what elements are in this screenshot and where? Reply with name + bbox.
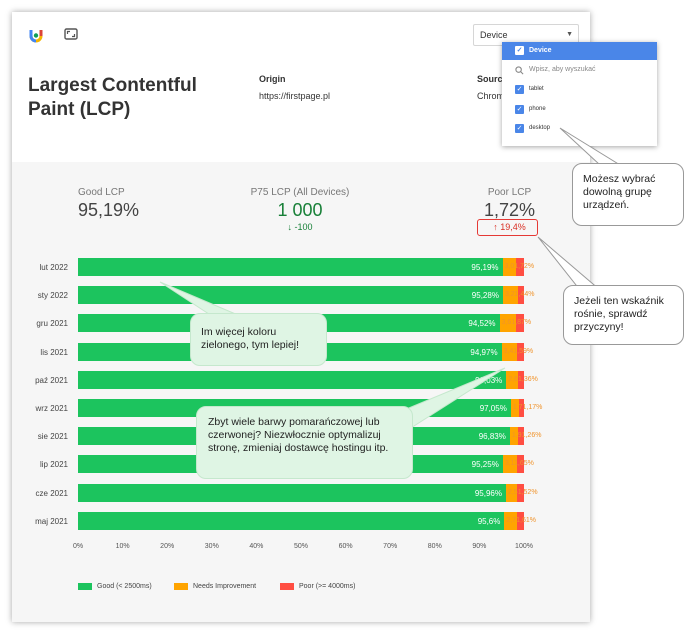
device-tip-callout: Możesz wybrać dowolną grupę urządzeń. <box>572 163 684 226</box>
dropdown-search-input[interactable]: Wpisz, aby wyszukać <box>529 66 596 73</box>
origin-label: Origin <box>259 74 286 84</box>
device-dropdown: ✓ Device Wpisz, aby wyszukać ✓ tablet ✓ … <box>502 42 657 146</box>
orange-tip-callout: Zbyt wiele barwy pomarańczowej lub czerw… <box>196 406 413 479</box>
row-label-7: lip 2021 <box>39 460 68 470</box>
legend-good-swatch <box>78 583 92 590</box>
legend-needs-improvement: Needs Improvement <box>174 583 256 590</box>
poor-tip-callout: Jeżeli ten wskaźnik rośnie, sprawdź przy… <box>563 285 684 345</box>
poor-lcp-label: Poor LCP <box>487 187 532 198</box>
legend-good: Good (< 2500ms) <box>78 583 152 590</box>
bar-label-good-0: 95,19% <box>471 263 499 272</box>
row-label-0: lut 2022 <box>39 263 68 272</box>
x-tick-label-1: 10% <box>115 543 130 550</box>
p75-lcp-change: ↓ -100 <box>287 222 313 232</box>
bar-label-other-2: 3,61,87% <box>501 319 532 327</box>
bar-label-other-0: 3,01,72% <box>504 263 535 270</box>
good-lcp-value: 95,19% <box>78 200 140 220</box>
bar-label-good-2: 94,52% <box>468 319 496 329</box>
bar-label-other-8: 2,51,52% <box>507 488 538 496</box>
x-tick-label-4: 40% <box>249 543 264 550</box>
legend-needs-improvement-label: Needs Improvement <box>193 583 257 590</box>
bar-label-other-1: 3,21,44% <box>504 291 535 299</box>
bar-label-good-1: 95,28% <box>471 291 499 301</box>
legend-poor-swatch <box>280 583 294 590</box>
x-tick-label-8: 80% <box>427 543 442 550</box>
row-label-3: lis 2021 <box>40 347 68 357</box>
select-all-checkbox[interactable]: ✓ <box>515 46 524 55</box>
x-tick-label-5: 50% <box>293 543 308 550</box>
bar-label-other-3: 3,41,59% <box>503 347 534 355</box>
x-tick-label-2: 20% <box>160 543 175 550</box>
dropdown-header-label: Device <box>529 47 552 54</box>
bar-label-good-9: 95,6% <box>477 516 501 526</box>
bar-label-good-7: 95,25% <box>471 460 499 470</box>
row-label-9: maj 2021 <box>35 516 68 526</box>
bar-good-9[interactable] <box>78 511 505 530</box>
dropdown-header[interactable]: ✓ Device <box>502 42 657 60</box>
bar-good-1[interactable] <box>78 286 503 305</box>
legend-poor: Poor (>= 4000ms) <box>280 583 355 590</box>
bar-good-0[interactable] <box>78 258 503 276</box>
x-tick-label-3: 30% <box>204 543 219 550</box>
poor-lcp-value: 1,72% <box>483 200 536 220</box>
bar-good-4[interactable] <box>78 370 507 389</box>
p75-lcp-label: P75 LCP (All Devices) <box>250 187 350 198</box>
x-tick-label-10: 100% <box>515 543 533 550</box>
tablet-checkbox[interactable]: ✓ <box>515 85 524 94</box>
bar-label-other-5: 1,71,17% <box>512 404 543 411</box>
device-select-value: Device <box>480 30 508 40</box>
bar-label-good-6: 96,83% <box>478 432 506 442</box>
x-tick-label-9: 90% <box>472 543 487 550</box>
row-label-5: wrz 2021 <box>35 404 68 413</box>
desktop-checkbox[interactable]: ✓ <box>515 124 524 133</box>
dropdown-option-tablet[interactable]: tablet <box>529 86 544 92</box>
good-lcp-label: Good LCP <box>78 187 125 198</box>
dropdown-option-phone[interactable]: phone <box>529 106 546 112</box>
app-logo-icon <box>29 30 43 43</box>
x-tick-label-7: 70% <box>383 543 398 550</box>
bar-label-good-3: 94,97% <box>470 347 498 357</box>
legend-poor-label: Poor (>= 4000ms) <box>299 583 356 590</box>
bar-label-good-5: 97,05% <box>479 404 507 413</box>
bar-label-good-8: 95,96% <box>474 488 502 498</box>
search-icon <box>515 66 524 75</box>
bar-label-other-6: 1,91,26% <box>511 432 542 440</box>
x-tick-label-6: 60% <box>338 543 353 550</box>
x-tick-label-0: 0% <box>72 543 84 550</box>
row-label-8: cze 2021 <box>35 488 68 498</box>
row-label-4: paź 2021 <box>35 375 68 385</box>
phone-checkbox[interactable]: ✓ <box>515 105 524 114</box>
poor-lcp-highlight <box>477 219 538 236</box>
origin-value: https://firstpage.pl <box>259 91 331 101</box>
dropdown-option-desktop[interactable]: desktop <box>529 125 550 131</box>
bar-label-other-9: 2,71,61% <box>506 516 536 524</box>
bar-good-8[interactable] <box>78 483 506 502</box>
expand-icon[interactable] <box>64 28 78 40</box>
p75-lcp-value: 1 000 <box>277 200 323 220</box>
green-tip-callout: Im więcej koloru zielonego, tym lepiej! <box>190 313 327 366</box>
row-label-1: sty 2022 <box>37 291 68 301</box>
bar-label-other-4: 2,61,36% <box>508 375 538 383</box>
row-label-2: gru 2021 <box>36 319 68 329</box>
legend-needs-improvement-swatch <box>174 583 188 590</box>
row-label-6: sie 2021 <box>37 432 68 442</box>
bar-label-other-7: 3,11,65% <box>504 460 534 468</box>
page-title: Largest Contentful Paint (LCP) <box>28 75 197 120</box>
bar-label-good-4: 96,03% <box>475 375 503 385</box>
chevron-down-icon: ▼ <box>566 31 573 38</box>
legend-good-label: Good (< 2500ms) <box>97 583 152 590</box>
